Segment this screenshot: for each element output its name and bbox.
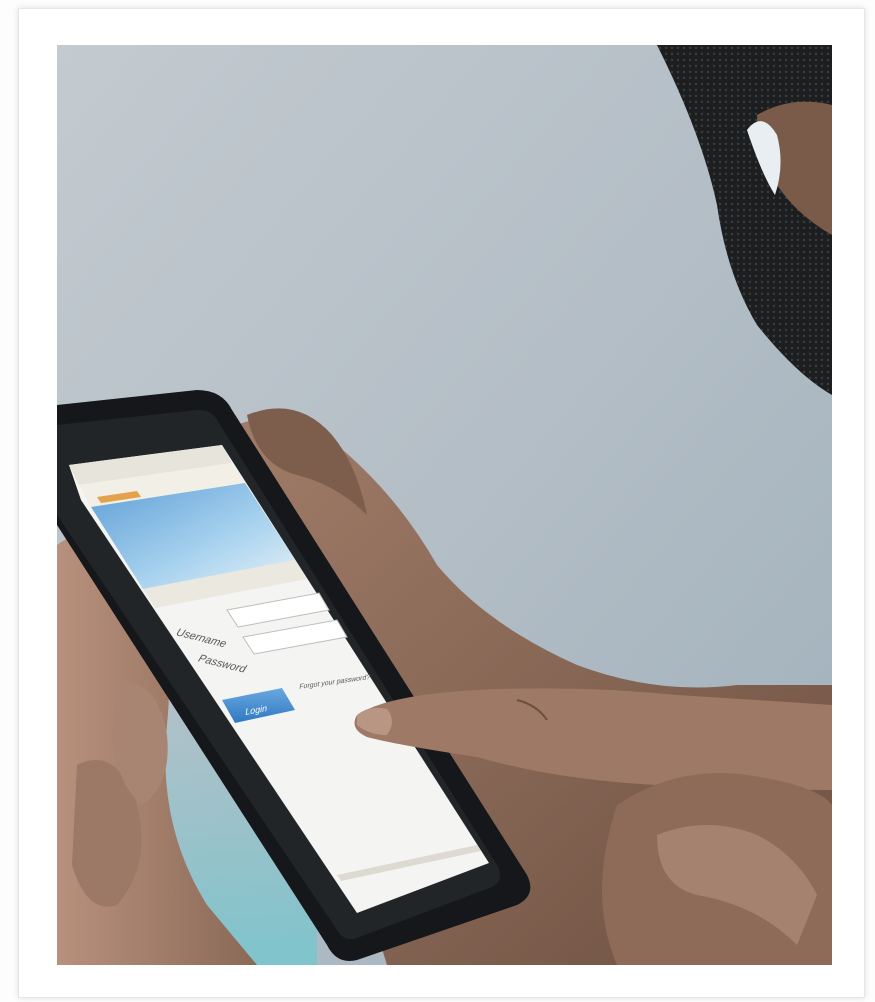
right-hand-fingers <box>602 773 832 965</box>
photo: Username Password Login Forgot your pass… <box>57 45 832 965</box>
photo-frame: Username Password Login Forgot your pass… <box>0 0 875 1002</box>
